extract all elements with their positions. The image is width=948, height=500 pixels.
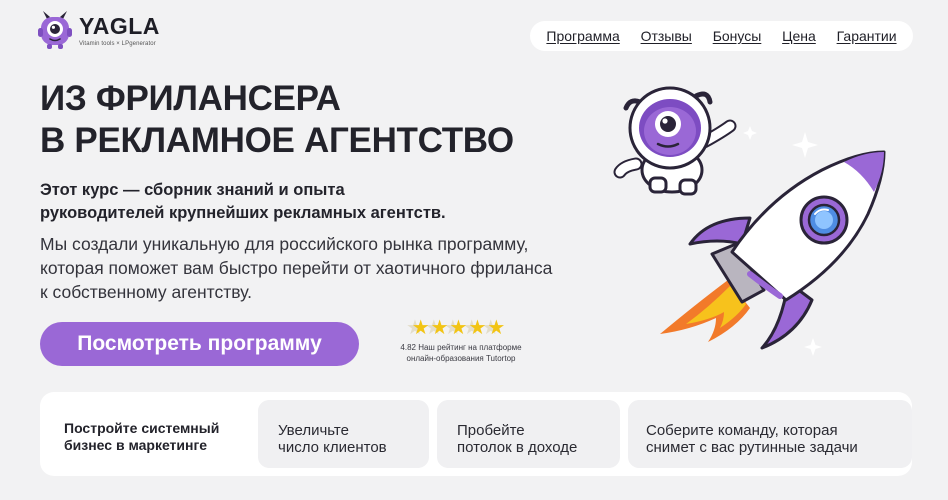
benefit-card: Пробейте потолок в доходе <box>437 400 620 468</box>
brand-tagline: Vitamin tools × LPgenerator <box>79 40 156 47</box>
benefits-lead-line: бизнес в маркетинге <box>64 437 208 453</box>
benefit-card-line: потолок в доходе <box>457 439 578 456</box>
brand-logo[interactable]: YAGLA Vitamin tools × LPgenerator <box>38 10 160 50</box>
benefit-card: Увеличьте число клиентов <box>258 400 429 468</box>
benefits-panel: Постройте системный бизнес в маркетинге … <box>40 392 912 476</box>
stars-filled-icon: ★★★★★ <box>411 318 507 338</box>
hero-subtitle-line: Этот курс — сборник знаний и опыта <box>40 181 345 199</box>
hero-description: Мы создали уникальную для российского ры… <box>40 232 552 304</box>
benefit-card-line: Увеличьте <box>278 422 349 439</box>
sparkle-icon <box>792 132 818 158</box>
top-nav: Программа Отзывы Бонусы Цена Гарантии <box>530 21 913 51</box>
rating-block: ★★★★★ ★★★★★ 4.82 Наш рейтинг на платформ… <box>388 318 534 364</box>
benefit-card-line: число клиентов <box>278 439 387 456</box>
brand-name: YAGLA <box>79 12 160 39</box>
nav-link-price[interactable]: Цена <box>782 28 816 44</box>
benefits-lead-line: Постройте системный <box>64 420 220 436</box>
sparkle-icon <box>743 126 757 140</box>
nav-link-guarantees[interactable]: Гарантии <box>837 28 897 44</box>
mascot-astronaut-icon <box>613 86 737 196</box>
yagla-mascot-icon <box>38 11 72 49</box>
hero-description-line: к собственному агентству. <box>40 282 253 302</box>
hero-subtitle-line: руководителей крупнейших рекламных агент… <box>40 204 446 222</box>
benefit-card: Соберите команду, которая снимет с вас р… <box>628 400 912 468</box>
hero-title-line: ИЗ ФРИЛАНСЕРА <box>40 79 341 118</box>
benefit-card-line: Соберите команду, которая <box>646 422 838 439</box>
rating-caption: 4.82 Наш рейтинг на платформе онлайн-обр… <box>388 342 534 364</box>
hero-title-line: В РЕКЛАМНОЕ АГЕНТСТВО <box>40 121 514 160</box>
benefits-lead: Постройте системный бизнес в маркетинге <box>64 420 219 454</box>
sparkle-icon <box>804 338 822 356</box>
rating-stars: ★★★★★ ★★★★★ <box>406 318 516 338</box>
nav-link-bonuses[interactable]: Бонусы <box>713 28 762 44</box>
hero-description-line: которая поможет вам быстро перейти от ха… <box>40 258 553 278</box>
nav-link-program[interactable]: Программа <box>546 28 619 44</box>
benefit-card-line: Пробейте <box>457 422 525 439</box>
view-program-button[interactable]: Посмотреть программу <box>40 322 359 366</box>
hero-subtitle: Этот курс — сборник знаний и опыта руков… <box>40 179 446 225</box>
nav-link-reviews[interactable]: Отзывы <box>641 28 692 44</box>
hero-title: ИЗ ФРИЛАНСЕРА В РЕКЛАМНОЕ АГЕНТСТВО <box>40 78 514 162</box>
hero-description-line: Мы создали уникальную для российского ры… <box>40 234 529 254</box>
benefit-card-line: снимет с вас рутинные задачи <box>646 439 858 456</box>
rating-caption-line: 4.82 Наш рейтинг на платформе <box>400 343 522 352</box>
hero-illustration <box>613 86 886 356</box>
rating-caption-line: онлайн-образования Tutortop <box>406 354 516 363</box>
brand-text: YAGLA Vitamin tools × LPgenerator <box>79 14 160 47</box>
